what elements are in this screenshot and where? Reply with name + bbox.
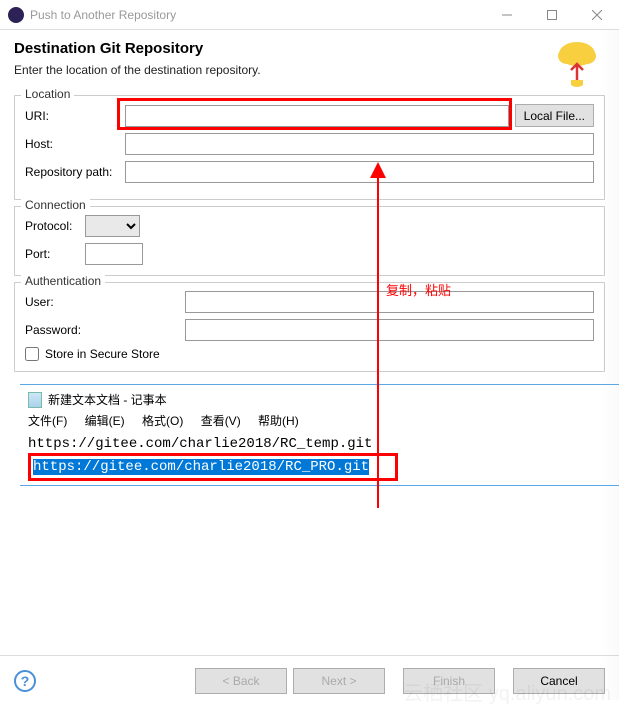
maximize-button[interactable] bbox=[529, 0, 574, 30]
push-icon bbox=[555, 38, 599, 91]
back-button[interactable]: < Back bbox=[195, 668, 287, 694]
notepad-menu-file[interactable]: 文件(F) bbox=[28, 414, 67, 428]
password-input[interactable] bbox=[185, 319, 594, 341]
help-icon[interactable]: ? bbox=[14, 670, 36, 692]
app-icon bbox=[8, 7, 24, 23]
location-legend: Location bbox=[21, 87, 74, 101]
host-input[interactable] bbox=[125, 133, 594, 155]
authentication-legend: Authentication bbox=[21, 274, 105, 288]
authentication-group: Authentication User: Password: Store in … bbox=[14, 282, 605, 372]
notepad-titlebar: 新建文本文档 - 记事本 bbox=[20, 385, 619, 412]
notepad-menubar: 文件(F) 编辑(E) 格式(O) 查看(V) 帮助(H) bbox=[20, 412, 619, 435]
next-button[interactable]: Next > bbox=[293, 668, 385, 694]
notepad-menu-help[interactable]: 帮助(H) bbox=[258, 414, 299, 428]
connection-group: Connection Protocol: Port: bbox=[14, 206, 605, 276]
host-label: Host: bbox=[25, 137, 125, 151]
password-label: Password: bbox=[25, 323, 85, 337]
store-secure-checkbox[interactable] bbox=[25, 347, 39, 361]
page-title: Destination Git Repository bbox=[14, 40, 599, 57]
notepad-line-2-selected: https://gitee.com/charlie2018/RC_PRO.git bbox=[33, 459, 369, 475]
notepad-window: 新建文本文档 - 记事本 文件(F) 编辑(E) 格式(O) 查看(V) 帮助(… bbox=[20, 384, 619, 486]
wizard-footer: ? < Back Next > Finish Cancel bbox=[0, 655, 619, 706]
finish-button[interactable]: Finish bbox=[403, 668, 495, 694]
cancel-button[interactable]: Cancel bbox=[513, 668, 605, 694]
notepad-menu-edit[interactable]: 编辑(E) bbox=[85, 414, 125, 428]
notepad-menu-format[interactable]: 格式(O) bbox=[142, 414, 183, 428]
notepad-textarea[interactable]: https://gitee.com/charlie2018/RC_temp.gi… bbox=[20, 435, 619, 481]
notepad-line-1: https://gitee.com/charlie2018/RC_temp.gi… bbox=[28, 435, 613, 453]
notepad-icon bbox=[28, 392, 42, 408]
protocol-label: Protocol: bbox=[25, 219, 85, 233]
window-title: Push to Another Repository bbox=[30, 8, 484, 22]
close-button[interactable] bbox=[574, 0, 619, 30]
notepad-menu-view[interactable]: 查看(V) bbox=[201, 414, 241, 428]
store-secure-label: Store in Secure Store bbox=[45, 347, 160, 361]
user-label: User: bbox=[25, 295, 85, 309]
uri-input[interactable] bbox=[125, 105, 509, 127]
wizard-body: Location URI: Local File... Host: Reposi… bbox=[0, 91, 619, 490]
page-description: Enter the location of the destination re… bbox=[14, 63, 599, 77]
minimize-button[interactable] bbox=[484, 0, 529, 30]
annotation-box-selection: https://gitee.com/charlie2018/RC_PRO.git bbox=[28, 453, 398, 481]
repo-path-label: Repository path: bbox=[25, 165, 125, 179]
port-label: Port: bbox=[25, 247, 85, 261]
protocol-select[interactable] bbox=[85, 215, 140, 237]
location-group: Location URI: Local File... Host: Reposi… bbox=[14, 95, 605, 200]
notepad-title-text: 新建文本文档 - 记事本 bbox=[48, 391, 167, 408]
annotation-text: 复制，粘贴 bbox=[386, 280, 451, 299]
local-file-button[interactable]: Local File... bbox=[515, 104, 594, 127]
repository-path-input[interactable] bbox=[125, 161, 594, 183]
port-input[interactable] bbox=[85, 243, 143, 265]
wizard-header: Destination Git Repository Enter the loc… bbox=[0, 30, 619, 91]
window-titlebar: Push to Another Repository bbox=[0, 0, 619, 30]
connection-legend: Connection bbox=[21, 198, 90, 212]
uri-label: URI: bbox=[25, 109, 125, 123]
